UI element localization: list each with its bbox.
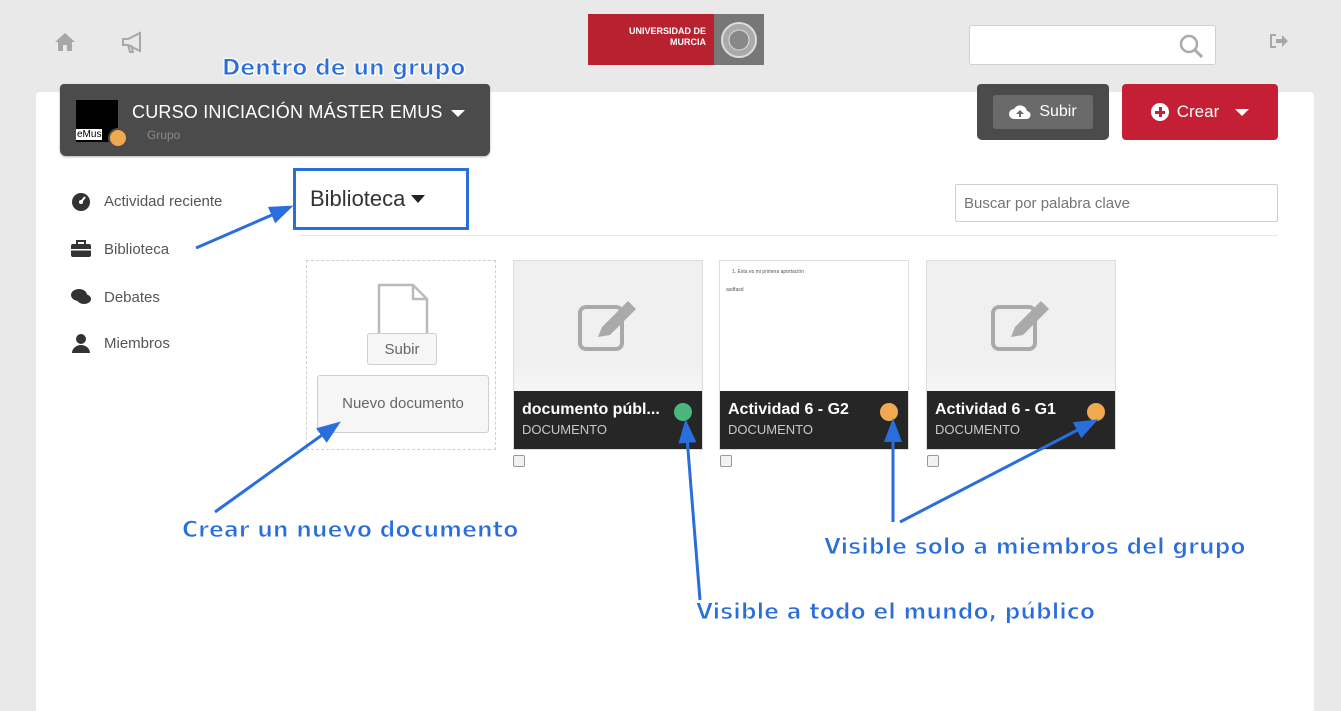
document-card-footer: Actividad 6 - G1 DOCUMENTO <box>927 391 1115 449</box>
sidebar-item-debates[interactable]: Debates <box>70 286 160 308</box>
document-title[interactable]: documento públ... <box>522 401 674 419</box>
university-logo[interactable]: UNIVERSIDAD DE MURCIA <box>588 14 764 65</box>
upload-button[interactable]: Subir <box>977 84 1109 140</box>
library-section-dropdown[interactable]: Biblioteca <box>293 168 469 230</box>
sidebar-item-members[interactable]: Miembros <box>70 332 170 354</box>
document-card[interactable]: Actividad 6 - G1 DOCUMENTO <box>926 260 1116 450</box>
lock-icon <box>880 403 898 421</box>
document-type: DOCUMENTO <box>935 422 1020 437</box>
user-icon <box>72 334 90 353</box>
header-search-input[interactable] <box>969 25 1216 65</box>
lock-icon <box>108 128 128 148</box>
upload-file-button[interactable]: Subir <box>367 333 437 365</box>
group-avatar: eMus <box>76 100 128 148</box>
document-checkbox[interactable] <box>927 455 939 467</box>
sidebar-item-activity[interactable]: Actividad reciente <box>70 190 222 212</box>
edit-document-icon <box>578 301 636 351</box>
document-title[interactable]: Actividad 6 - G1 <box>935 401 1087 419</box>
document-preview: 1. Esta es mi primera aportación asdfasd <box>720 261 908 391</box>
new-item-card: Subir Nuevo documento <box>306 260 496 450</box>
group-subtitle: Grupo <box>147 128 181 142</box>
group-header[interactable]: eMus CURSO INICIACIÓN MÁSTER EMUS Grupo <box>60 84 490 156</box>
document-card[interactable]: documento públ... DOCUMENTO <box>513 260 703 450</box>
document-checkbox[interactable] <box>720 455 732 467</box>
sidebar-item-library[interactable]: Biblioteca <box>70 238 169 260</box>
document-title[interactable]: Actividad 6 - G2 <box>728 401 880 419</box>
megaphone-icon[interactable] <box>120 30 146 56</box>
globe-icon <box>674 403 692 421</box>
document-type: DOCUMENTO <box>522 422 607 437</box>
chevron-down-icon <box>1235 108 1250 116</box>
caret-down-icon <box>411 195 426 203</box>
document-card-footer: Actividad 6 - G2 DOCUMENTO <box>720 391 908 449</box>
document-type: DOCUMENTO <box>728 422 813 437</box>
annotation-members: Visible solo a miembros del grupo <box>823 535 1246 561</box>
group-title[interactable]: CURSO INICIACIÓN MÁSTER EMUS <box>132 102 465 123</box>
annotation-public: Visible a todo el mundo, público <box>696 600 1096 626</box>
search-icon[interactable] <box>1177 32 1205 60</box>
plus-circle-icon <box>1150 103 1169 121</box>
logout-icon[interactable] <box>1265 30 1291 56</box>
chevron-down-icon <box>450 109 465 117</box>
document-card[interactable]: 1. Esta es mi primera aportación asdfasd… <box>719 260 909 450</box>
annotation-create: Crear un nuevo documento <box>181 518 519 544</box>
new-document-button[interactable]: Nuevo documento <box>317 375 489 433</box>
divider <box>300 235 1278 236</box>
chat-bubbles-icon <box>71 289 91 304</box>
cloud-upload-icon <box>1009 105 1031 120</box>
home-icon[interactable] <box>52 30 78 56</box>
document-card-footer: documento públ... DOCUMENTO <box>514 391 702 449</box>
briefcase-icon <box>71 240 91 257</box>
logo-text: UNIVERSIDAD DE MURCIA <box>588 14 714 65</box>
annotation-group: Dentro de un grupo <box>221 56 466 82</box>
top-bar: UNIVERSIDAD DE MURCIA <box>0 0 1341 92</box>
edit-document-icon <box>991 301 1049 351</box>
document-checkbox[interactable] <box>513 455 525 467</box>
keyword-search-input[interactable] <box>955 184 1278 222</box>
create-button[interactable]: Crear <box>1122 84 1278 140</box>
lock-icon <box>1087 403 1105 421</box>
dashboard-icon <box>72 193 90 211</box>
seal-icon <box>714 14 764 65</box>
